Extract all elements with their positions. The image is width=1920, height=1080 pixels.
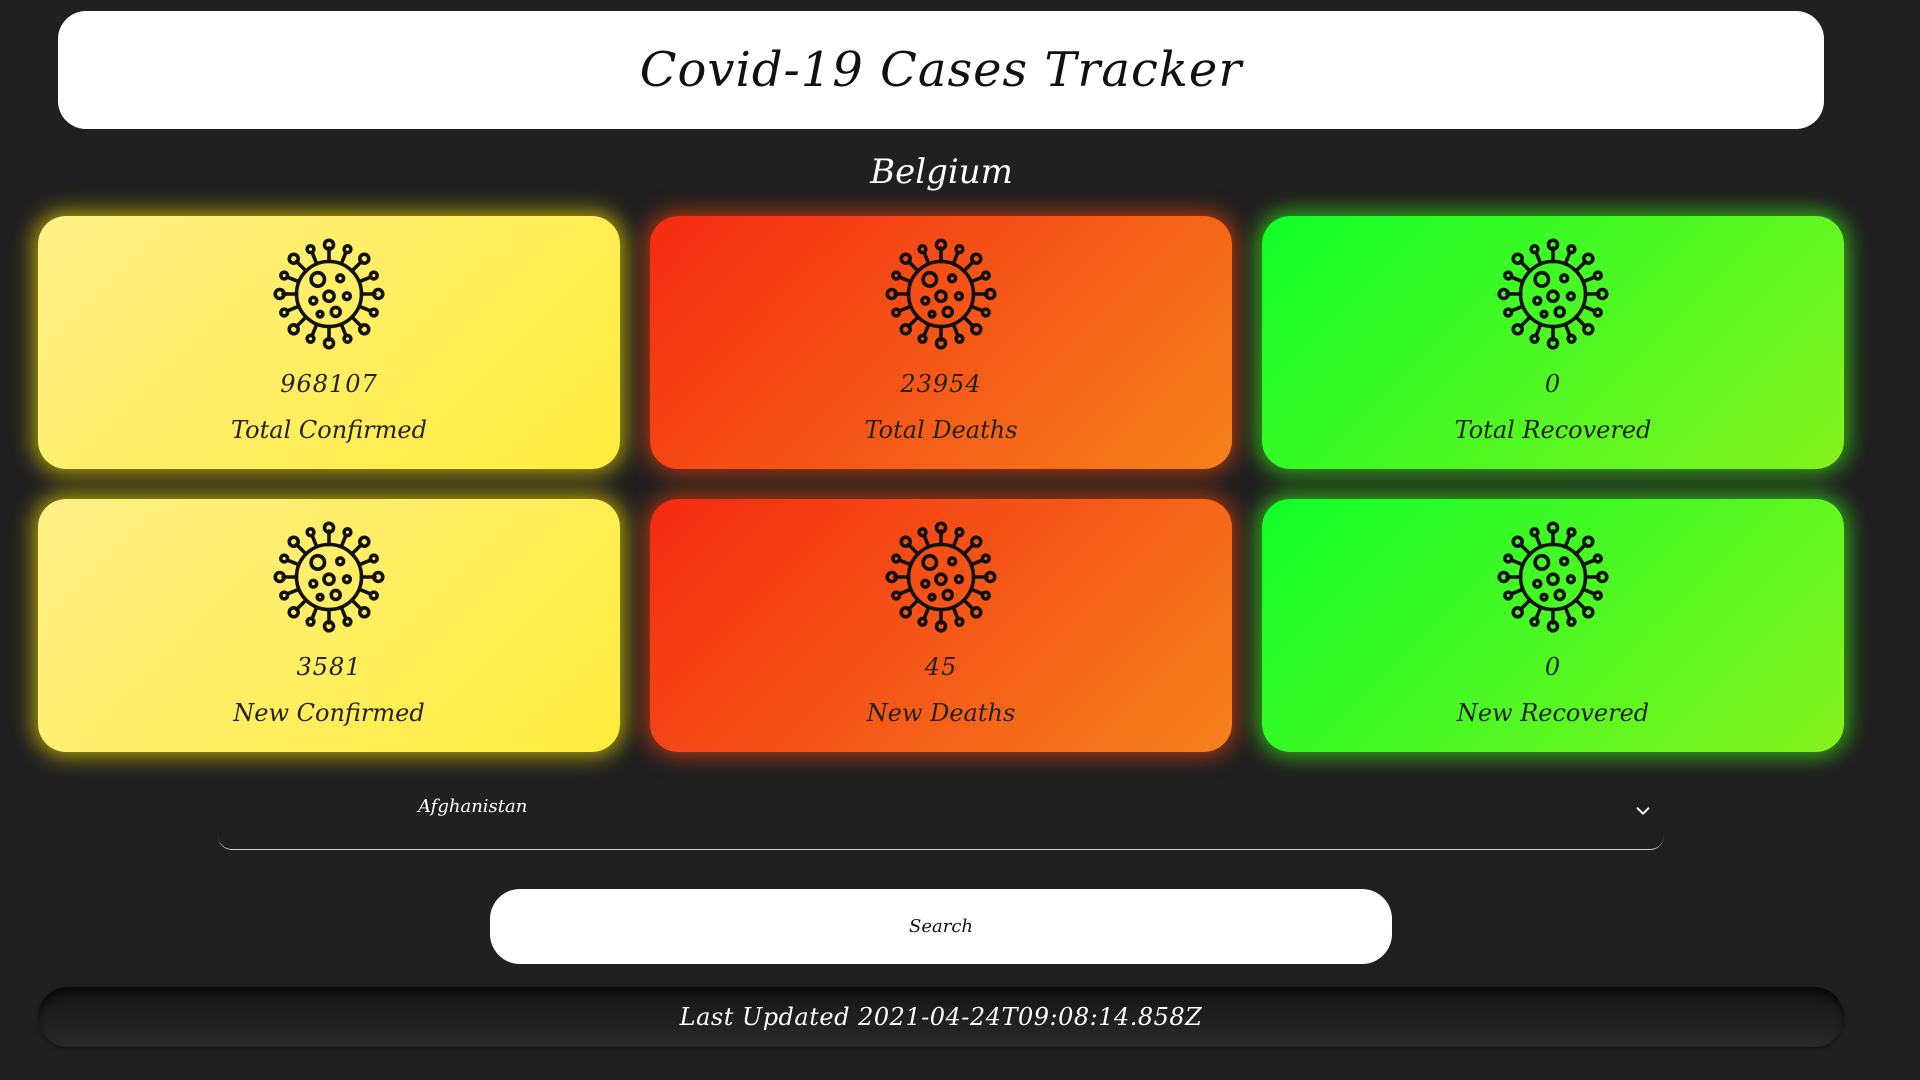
virus-icon: [885, 238, 997, 350]
virus-icon: [273, 521, 385, 633]
card-new-recovered: 0 New Recovered: [1262, 499, 1844, 752]
card-value: 0: [1544, 370, 1562, 398]
header-bar: Covid-19 Cases Tracker: [58, 11, 1824, 129]
card-total-recovered: 0 Total Recovered: [1262, 216, 1844, 469]
card-total-confirmed: 968107 Total Confirmed: [38, 216, 620, 469]
search-button[interactable]: Search: [490, 889, 1392, 964]
card-label: New Recovered: [1456, 699, 1650, 727]
country-select-value: Afghanistan: [418, 796, 528, 817]
last-updated-text: Last Updated 2021-04-24T09:08:14.858Z: [679, 1003, 1203, 1031]
page: Covid-19 Cases Tracker Belgium 968107 To…: [0, 0, 1920, 1080]
card-value: 23954: [900, 370, 982, 398]
card-value: 45: [924, 653, 958, 681]
last-updated-bar: Last Updated 2021-04-24T09:08:14.858Z: [38, 987, 1844, 1047]
card-label: Total Confirmed: [231, 416, 427, 444]
virus-icon: [1497, 238, 1609, 350]
card-new-confirmed: 3581 New Confirmed: [38, 499, 620, 752]
card-label: Total Recovered: [1454, 416, 1652, 444]
country-name: Belgium: [870, 152, 1013, 192]
virus-icon: [273, 238, 385, 350]
chevron-down-icon[interactable]: [1634, 802, 1652, 820]
card-new-deaths: 45 New Deaths: [650, 499, 1232, 752]
card-value: 0: [1544, 653, 1562, 681]
page-title: Covid-19 Cases Tracker: [639, 42, 1243, 98]
card-label: New Confirmed: [233, 699, 425, 727]
card-label: New Deaths: [866, 699, 1016, 727]
card-total-deaths: 23954 Total Deaths: [650, 216, 1232, 469]
virus-icon: [1497, 521, 1609, 633]
card-label: Total Deaths: [864, 416, 1018, 444]
card-value: 3581: [296, 653, 362, 681]
card-value: 968107: [280, 370, 378, 398]
country-select[interactable]: Afghanistan: [218, 780, 1664, 850]
virus-icon: [885, 521, 997, 633]
